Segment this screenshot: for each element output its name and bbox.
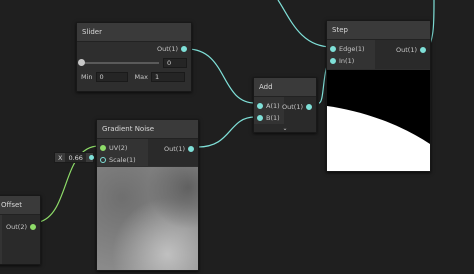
min-label: Min — [81, 73, 93, 81]
output-port[interactable] — [30, 224, 36, 230]
input-scale-port[interactable] — [100, 157, 106, 163]
output-ports: Out(1) — [375, 40, 430, 69]
output-ports: Out(1) — [282, 97, 316, 124]
max-field[interactable]: 1 — [151, 72, 185, 82]
slider-value-field[interactable]: 0 — [163, 58, 187, 68]
input-b-port[interactable] — [257, 115, 263, 121]
input-scale-row: Scale(1) — [100, 154, 136, 166]
node-title: Offset — [0, 196, 40, 215]
input-a-row: A(1) — [257, 100, 280, 112]
node-title: Gradient Noise — [97, 120, 198, 139]
input-scale-label: Scale(1) — [109, 156, 136, 164]
output-port[interactable] — [181, 46, 187, 52]
slider-handle[interactable] — [78, 59, 85, 66]
min-field[interactable]: 0 — [95, 72, 128, 82]
input-edge-row: Edge(1) — [330, 43, 365, 55]
add-node[interactable]: Add A(1) B(1) Out(1) ⌄ — [253, 77, 317, 133]
output-row: Out(1) — [396, 44, 426, 56]
input-uv-row: UV(2) — [100, 142, 136, 154]
input-a-label: A(1) — [266, 102, 280, 110]
output-label: Out(1) — [282, 103, 303, 111]
input-b-label: B(1) — [266, 114, 280, 122]
offset-node[interactable]: Offset Out(2) — [0, 195, 41, 265]
output-port[interactable] — [306, 104, 312, 110]
input-ports: Edge(1) In(1) — [327, 40, 365, 67]
slider-row: 0 — [77, 56, 191, 70]
input-ports: A(1) B(1) — [254, 97, 280, 124]
wire-slider-to-add — [186, 48, 256, 104]
input-b-row: B(1) — [257, 112, 280, 124]
scale-input-field[interactable]: X 0.66 — [54, 152, 94, 163]
input-edge-label: Edge(1) — [339, 45, 365, 53]
slider-track[interactable] — [78, 59, 159, 66]
max-label: Max — [134, 73, 148, 81]
input-in-port[interactable] — [330, 58, 336, 64]
output-row: Out(2) — [6, 221, 36, 233]
input-ports: UV(2) Scale(1) — [97, 139, 136, 166]
input-in-label: In(1) — [339, 57, 355, 65]
output-row: Out(1) — [164, 143, 194, 155]
axis-label: X — [58, 153, 63, 162]
output-port[interactable] — [420, 47, 426, 53]
output-label: Out(1) — [157, 45, 178, 53]
port-area: Out(2) — [0, 215, 40, 264]
slider-output-row: Out(1) — [77, 42, 191, 56]
output-ports: Out(2) — [2, 215, 40, 264]
output-port[interactable] — [188, 146, 194, 152]
gradient-noise-preview — [97, 167, 198, 270]
output-label: Out(1) — [164, 145, 185, 153]
input-in-row: In(1) — [330, 55, 365, 67]
port-area: Edge(1) In(1) Out(1) — [327, 40, 430, 69]
output-ports: Out(1) — [148, 139, 198, 166]
input-uv-port[interactable] — [100, 145, 106, 151]
node-title: Step — [327, 21, 430, 40]
scale-value[interactable]: 0.66 — [65, 153, 86, 162]
step-preview — [327, 70, 430, 171]
node-title: Add — [254, 78, 316, 97]
port-area: A(1) B(1) Out(1) — [254, 97, 316, 124]
min-max-row: Min 0 Max 1 — [77, 70, 191, 84]
wire-noise-to-add — [197, 116, 256, 148]
output-row: Out(1) — [282, 101, 312, 113]
step-node[interactable]: Step Edge(1) In(1) Out(1) — [326, 20, 431, 172]
node-title: Slider — [77, 23, 191, 42]
output-label: Out(2) — [6, 223, 27, 231]
input-uv-label: UV(2) — [109, 144, 128, 152]
wire-top-to-step-edge — [277, 0, 333, 48]
input-a-port[interactable] — [257, 103, 263, 109]
input-edge-port[interactable] — [330, 46, 336, 52]
slider-node[interactable]: Slider Out(1) 0 Min 0 Max 1 — [76, 22, 192, 92]
scale-inline-port[interactable] — [89, 155, 94, 160]
expand-toggle[interactable]: ⌄ — [254, 124, 316, 132]
gradient-noise-node[interactable]: Gradient Noise UV(2) Scale(1) Out(1) — [96, 119, 199, 271]
port-area: UV(2) Scale(1) Out(1) — [97, 139, 198, 166]
output-label: Out(1) — [396, 46, 417, 54]
